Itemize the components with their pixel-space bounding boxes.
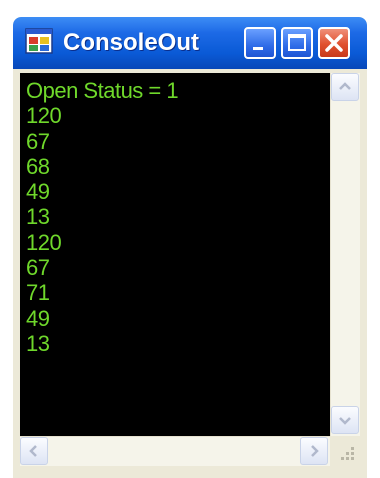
minimize-icon: [253, 47, 263, 50]
console-line: 68: [26, 153, 50, 179]
console-line: 71: [26, 280, 50, 306]
maximize-button[interactable]: [281, 27, 313, 59]
chevron-up-icon: [339, 82, 351, 90]
maximize-icon: [288, 34, 306, 51]
console-line: 120: [26, 229, 62, 255]
close-icon: [325, 34, 343, 52]
chevron-down-icon: [339, 417, 351, 425]
scroll-up-button[interactable]: [331, 73, 359, 101]
console-line: 67: [26, 255, 50, 281]
window-title: ConsoleOut: [63, 29, 199, 56]
console-line: 13: [26, 204, 50, 230]
scroll-left-button[interactable]: [20, 437, 48, 465]
console-lines: Open Status = 1 120 67 68 49 13 120 67 71 49 13: [23, 78, 179, 356]
chevron-right-icon: [311, 445, 319, 457]
console-window: ConsoleOut Open Status = 1 120 67 68 49 13 120…: [13, 17, 367, 478]
scroll-down-button[interactable]: [331, 406, 359, 434]
scroll-right-button[interactable]: [300, 437, 328, 465]
console-line: 67: [26, 128, 50, 154]
application-icon: [25, 28, 53, 54]
minimize-button[interactable]: [244, 27, 276, 59]
console-line: 120: [26, 103, 62, 129]
client-area: Open Status = 1 120 67 68 49 13 120 67 71 49 13: [16, 69, 364, 476]
console-line: 49: [26, 179, 50, 205]
horizontal-scrollbar[interactable]: [20, 436, 330, 466]
chevron-left-icon: [29, 445, 37, 457]
close-button[interactable]: [318, 27, 350, 59]
console-line: 13: [26, 330, 50, 356]
console-line: 49: [26, 305, 50, 331]
vertical-scrollbar[interactable]: [330, 73, 360, 436]
title-bar[interactable]: ConsoleOut: [13, 17, 367, 69]
resize-grip-icon: [341, 447, 354, 460]
console-line: Open Status = 1: [26, 78, 179, 103]
resize-grip[interactable]: [330, 436, 360, 466]
console-output[interactable]: Open Status = 1 120 67 68 49 13 120 67 71 49 13: [20, 73, 330, 436]
